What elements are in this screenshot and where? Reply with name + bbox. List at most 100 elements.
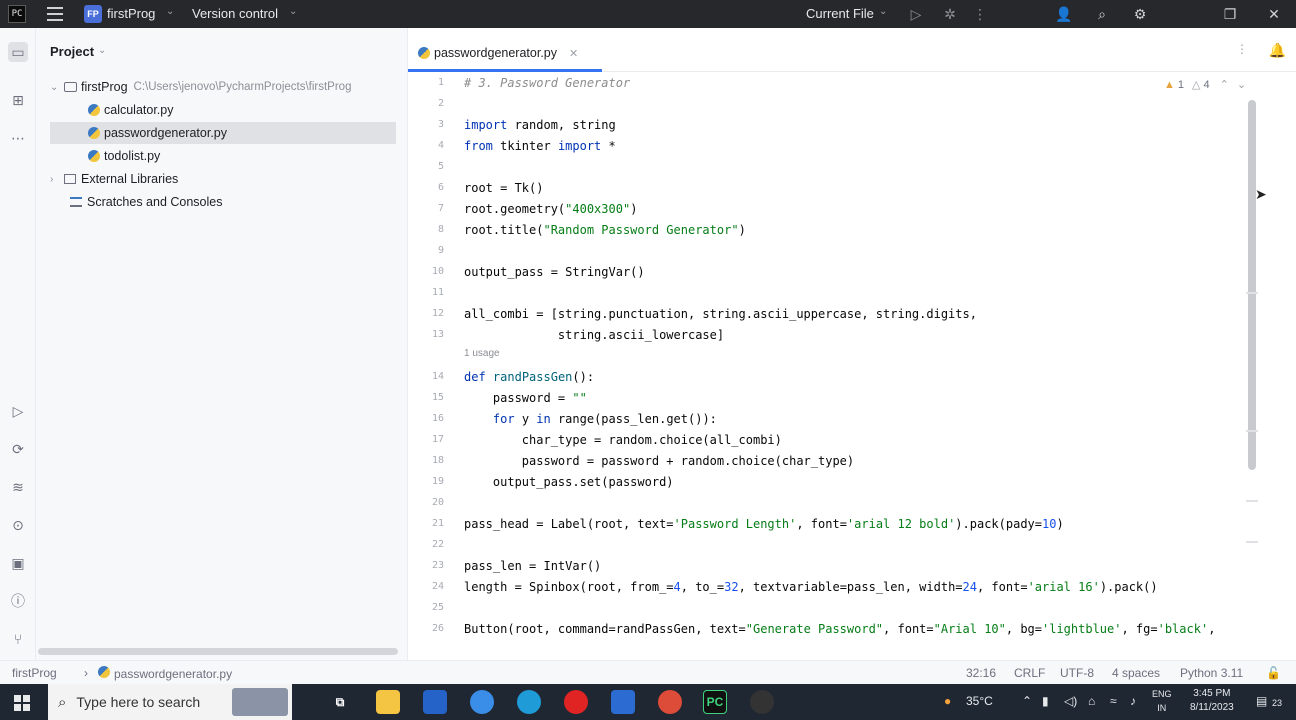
line-number[interactable]: 11 xyxy=(408,287,444,298)
usage-inlay-hint[interactable]: 1 usage xyxy=(464,348,500,364)
code-line[interactable]: 10 output_pass = StringVar() xyxy=(408,261,1258,282)
code-line[interactable]: 25 xyxy=(408,597,1258,618)
line-number[interactable]: 3 xyxy=(408,119,444,130)
project-switcher[interactable]: firstProg xyxy=(107,6,155,21)
vertical-scrollbar[interactable] xyxy=(1248,100,1256,470)
code-line[interactable]: 22 xyxy=(408,534,1258,555)
line-number[interactable]: 6 xyxy=(408,182,444,193)
terminal-icon[interactable]: ▣ xyxy=(8,553,28,573)
code-text[interactable]: char_type = random.choice(all_combi) xyxy=(464,433,782,447)
lock-icon[interactable]: 🔓 xyxy=(1266,666,1281,680)
chevron-down-icon[interactable]: ⌄ xyxy=(98,45,106,56)
chrome-icon[interactable] xyxy=(658,690,682,714)
code-text[interactable]: pass_head = Label(root, text='Password L… xyxy=(464,517,1064,531)
speaker-icon[interactable]: ♪ xyxy=(1130,694,1136,708)
code-text[interactable]: root.geometry("400x300") xyxy=(464,202,637,216)
edge-icon[interactable] xyxy=(517,690,541,714)
code-line[interactable]: 5 xyxy=(408,156,1258,177)
line-number[interactable]: 19 xyxy=(408,476,444,487)
chevron-right-icon[interactable]: › xyxy=(50,174,64,185)
file-encoding[interactable]: UTF-8 xyxy=(1060,666,1094,680)
line-number[interactable]: 15 xyxy=(408,392,444,403)
account-icon[interactable]: 👤 xyxy=(1054,4,1074,24)
notification-center-icon[interactable]: ▤ xyxy=(1256,694,1267,708)
caret-position[interactable]: 32:16 xyxy=(966,666,996,680)
python-interpreter[interactable]: Python 3.11 xyxy=(1180,666,1243,680)
task-view-icon[interactable]: ⧉ xyxy=(328,690,352,714)
line-number[interactable]: 23 xyxy=(408,560,444,571)
volume-icon[interactable]: ◁) xyxy=(1064,694,1077,708)
code-text[interactable]: for y in range(pass_len.get()): xyxy=(464,412,717,426)
code-line[interactable]: 9 xyxy=(408,240,1258,261)
wifi-icon[interactable]: ≈ xyxy=(1110,694,1117,708)
code-text[interactable]: output_pass = StringVar() xyxy=(464,265,645,279)
gear-icon[interactable]: ⚙ xyxy=(1130,4,1150,24)
line-number[interactable]: 9 xyxy=(408,245,444,256)
app-icon[interactable] xyxy=(470,690,494,714)
line-number[interactable]: 10 xyxy=(408,266,444,277)
python-packages-icon[interactable]: ⟳ xyxy=(8,439,28,459)
code-text[interactable]: root = Tk() xyxy=(464,181,543,195)
weather-temp[interactable]: 35°C xyxy=(966,694,993,708)
breadcrumb-file[interactable]: passwordgenerator.py xyxy=(98,666,232,681)
code-line[interactable]: 8 root.title("Random Password Generator") xyxy=(408,219,1258,240)
line-number[interactable]: 14 xyxy=(408,371,444,382)
problems-icon[interactable]: ⓘ xyxy=(8,591,28,611)
line-number[interactable]: 8 xyxy=(408,224,444,235)
code-text[interactable]: string.ascii_lowercase] xyxy=(464,328,724,342)
project-badge[interactable]: FP xyxy=(84,5,102,23)
tree-root[interactable]: ⌄ firstProg C:\Users\jenovo\PycharmProje… xyxy=(50,76,396,98)
code-line[interactable]: 7 root.geometry("400x300") xyxy=(408,198,1258,219)
code-editor[interactable]: ▲ 1 △ 4 ⌃ ⌄ 1 # 3. Password Generator 2 3 im… xyxy=(408,72,1296,660)
code-text[interactable]: length = Spinbox(root, from_=4, to_=32, … xyxy=(464,580,1158,594)
code-line[interactable]: 21 pass_head = Label(root, text='Password… xyxy=(408,513,1258,534)
code-line[interactable]: 12 all_combi = [string.punctuation, strin… xyxy=(408,303,1258,324)
app-icon[interactable] xyxy=(750,690,774,714)
line-number[interactable]: 13 xyxy=(408,329,444,340)
debug-icon[interactable]: ✲ xyxy=(940,4,960,24)
line-number[interactable]: 16 xyxy=(408,413,444,424)
battery-icon[interactable]: ▮ xyxy=(1042,694,1049,708)
line-number[interactable]: 4 xyxy=(408,140,444,151)
services-icon[interactable]: ⊙ xyxy=(8,515,28,535)
mail-icon[interactable] xyxy=(611,690,635,714)
more-icon[interactable]: ⋮ xyxy=(970,4,990,24)
notifications-icon[interactable]: 🔔 xyxy=(1269,42,1286,59)
line-number[interactable]: 7 xyxy=(408,203,444,214)
run-icon[interactable]: ▷ xyxy=(906,4,926,24)
code-text[interactable]: output_pass.set(password) xyxy=(464,475,674,489)
code-line[interactable]: 19 output_pass.set(password) xyxy=(408,471,1258,492)
close-icon[interactable]: ✕ xyxy=(1264,4,1284,24)
project-icon[interactable]: ▭ xyxy=(8,42,28,62)
store-icon[interactable] xyxy=(423,690,447,714)
line-number[interactable]: 5 xyxy=(408,161,444,172)
taskbar-search[interactable]: ⌕ Type here to search xyxy=(48,684,292,720)
run-icon[interactable]: ▷ xyxy=(8,401,28,421)
code-line[interactable]: 17 char_type = random.choice(all_combi) xyxy=(408,429,1258,450)
code-line[interactable]: 6 root = Tk() xyxy=(408,177,1258,198)
code-line[interactable]: 26 Button(root, command=randPassGen, text… xyxy=(408,618,1258,639)
line-number[interactable]: 12 xyxy=(408,308,444,319)
tree-scratches[interactable]: Scratches and Consoles xyxy=(50,191,396,213)
line-number[interactable]: 24 xyxy=(408,581,444,592)
file-explorer-icon[interactable] xyxy=(376,690,400,714)
close-icon[interactable]: ✕ xyxy=(569,47,578,60)
code-text[interactable]: password = password + random.choice(char… xyxy=(464,454,854,468)
line-number[interactable]: 17 xyxy=(408,434,444,445)
code-text[interactable]: import random, string xyxy=(464,118,616,132)
tree-file[interactable]: calculator.py xyxy=(50,99,396,121)
chevron-up-icon[interactable]: ⌃ xyxy=(1022,694,1032,708)
code-text[interactable]: Button(root, command=randPassGen, text="… xyxy=(464,622,1215,636)
version-control-menu[interactable]: Version control xyxy=(192,6,278,21)
code-line[interactable]: 18 password = password + random.choice(c… xyxy=(408,450,1258,471)
code-line[interactable]: 1 # 3. Password Generator xyxy=(408,72,1258,93)
horizontal-scrollbar[interactable] xyxy=(38,648,398,655)
indent-setting[interactable]: 4 spaces xyxy=(1112,666,1160,680)
more-icon[interactable]: ⋮ xyxy=(1236,42,1248,56)
code-text[interactable]: root.title("Random Password Generator") xyxy=(464,223,746,237)
code-text[interactable]: def randPassGen(): xyxy=(464,370,594,384)
code-line[interactable]: 23 pass_len = IntVar() xyxy=(408,555,1258,576)
restore-icon[interactable]: ❐ xyxy=(1220,4,1240,24)
line-number[interactable]: 22 xyxy=(408,539,444,550)
hamburger-icon[interactable] xyxy=(47,7,63,21)
